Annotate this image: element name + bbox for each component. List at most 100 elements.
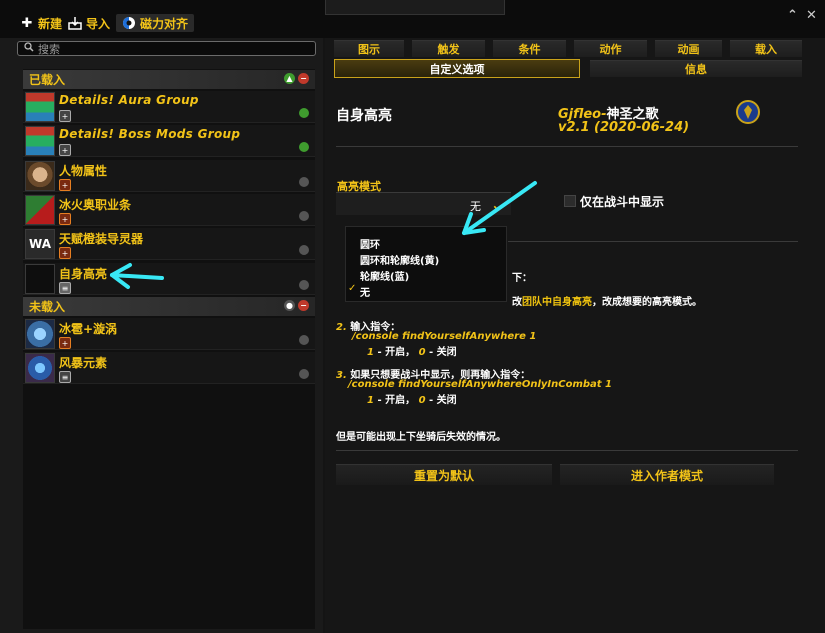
list-item[interactable]: Details! Boss Mods Group + xyxy=(23,125,315,157)
collapse-section-icon[interactable]: − xyxy=(298,73,309,84)
combat-only-checkbox[interactable] xyxy=(564,195,576,207)
list-item[interactable]: WA 天赋橙装导灵器 + xyxy=(23,228,315,260)
aura-name: Details! Aura Group xyxy=(59,93,199,107)
menu-item-selected[interactable]: 无 xyxy=(360,284,370,299)
group-expand-icon[interactable]: + xyxy=(59,110,71,122)
menu-item[interactable]: 圆环 xyxy=(360,236,380,251)
loaded-status-icon[interactable] xyxy=(299,211,309,221)
tab-label: 自定义选项 xyxy=(429,62,485,76)
aura-name: 天赋橙装导灵器 xyxy=(59,232,144,246)
aura-icon xyxy=(25,195,55,225)
loaded-status-icon[interactable] xyxy=(299,142,309,152)
value-on: 1 xyxy=(367,347,374,358)
divider xyxy=(508,241,798,242)
tab-label: 载入 xyxy=(755,43,777,56)
list-item[interactable]: 冰火奥职业条 + xyxy=(23,194,315,226)
checkmark-icon: ✓ xyxy=(348,283,357,294)
note-text: - 开启， xyxy=(377,395,416,406)
aura-name: 冰雹+漩涡 xyxy=(59,322,118,336)
menu-item[interactable]: 圆环和轮廓线(黄) xyxy=(360,252,439,267)
show-all-icon[interactable]: ● xyxy=(284,300,295,311)
aura-name: 自身高亮 xyxy=(59,267,108,281)
menu-item[interactable]: 轮廓线(蓝) xyxy=(360,268,409,283)
list-item[interactable]: 冰雹+漩涡 + xyxy=(23,318,315,350)
group-expand-icon[interactable]: + xyxy=(59,179,71,191)
tab-trigger[interactable]: 触发 xyxy=(412,40,485,57)
collapse-section-icon[interactable]: − xyxy=(298,300,309,311)
value-off: 0 xyxy=(418,395,426,406)
loaded-status-icon[interactable] xyxy=(299,280,309,290)
loaded-status-icon[interactable] xyxy=(299,108,309,118)
aura-name: 冰火奥职业条 xyxy=(59,198,132,212)
aura-icon xyxy=(25,92,55,122)
aura-title: 自身高亮 xyxy=(336,108,392,124)
show-all-icon[interactable]: ▲ xyxy=(284,73,295,84)
step-number: 3. xyxy=(336,370,347,381)
import-label: 导入 xyxy=(86,16,111,31)
snap-label: 磁力对齐 xyxy=(140,16,189,31)
button-label: 进入作者模式 xyxy=(630,468,703,483)
text-highlight: 团队中自身高亮 xyxy=(522,297,592,308)
tab-display[interactable]: 图示 xyxy=(334,40,404,57)
console-command: /console findYourselfAnywhereOnlyInComba… xyxy=(348,379,613,390)
list-item[interactable]: 人物属性 + xyxy=(23,160,315,192)
import-icon xyxy=(68,16,82,30)
search-input[interactable]: 搜索 xyxy=(17,41,316,56)
collapse-icon[interactable]: ⌃ xyxy=(787,8,798,23)
divider xyxy=(336,146,798,147)
chevron-down-icon[interactable]: ⌄ xyxy=(491,195,504,214)
snap-toggle-button[interactable]: 磁力对齐 xyxy=(116,14,195,32)
text-part: 改 xyxy=(512,297,522,308)
close-icon[interactable]: ✕ xyxy=(806,8,817,23)
section-unloaded-label: 未载入 xyxy=(29,300,66,314)
aura-name: 人物属性 xyxy=(59,164,108,178)
note-text: - 开启， xyxy=(377,347,416,358)
magnet-icon xyxy=(122,16,136,30)
instruction-step1-text: 改团队中自身高亮，改成想要的高亮模式。 xyxy=(512,293,702,308)
section-unloaded-header[interactable]: 未载入 ● − xyxy=(23,297,315,316)
list-item-selected[interactable]: 自身高亮 ≡ xyxy=(23,263,315,295)
group-expand-icon[interactable]: + xyxy=(59,144,71,156)
plus-icon: ✚ xyxy=(21,15,33,31)
text-part: ，改成想要的高亮模式。 xyxy=(592,297,702,308)
group-expand-icon[interactable]: ≡ xyxy=(59,282,71,294)
new-button[interactable]: ✚ 新建 xyxy=(20,14,62,32)
step3-note: 1 - 开启， 0 - 关闭 xyxy=(367,391,457,406)
section-loaded-label: 已载入 xyxy=(29,73,66,87)
author-mode-button[interactable]: 进入作者模式 xyxy=(560,464,774,485)
highlight-mode-dropdown[interactable]: 无 ⌄ xyxy=(336,192,511,215)
loaded-status-icon[interactable] xyxy=(299,335,309,345)
tab-label: 动作 xyxy=(599,43,622,56)
loaded-status-icon[interactable] xyxy=(299,177,309,187)
tab-label: 动画 xyxy=(677,43,700,56)
tab-custom-options[interactable]: 自定义选项 xyxy=(334,59,580,78)
highlight-mode-menu: 圆环 圆环和轮廓线(黄) 轮廓线(蓝) ✓ 无 xyxy=(345,226,507,302)
divider xyxy=(336,450,798,451)
button-label: 重置为默认 xyxy=(413,468,474,483)
reset-default-button[interactable]: 重置为默认 xyxy=(336,464,552,485)
group-expand-icon[interactable]: ≡ xyxy=(59,371,71,383)
value-off: 0 xyxy=(418,347,426,358)
group-expand-icon[interactable]: + xyxy=(59,247,71,259)
import-button[interactable]: 导入 xyxy=(68,14,110,32)
tab-actions[interactable]: 动作 xyxy=(574,40,647,57)
top-frame-tab xyxy=(325,0,505,15)
loaded-status-icon[interactable] xyxy=(299,245,309,255)
dropdown-selected-value: 无 xyxy=(470,200,481,213)
list-item[interactable]: 风暴元素 ≡ xyxy=(23,352,315,384)
tab-information[interactable]: 信息 xyxy=(590,60,802,77)
group-expand-icon[interactable]: + xyxy=(59,213,71,225)
instruction-step1-tail: 下： xyxy=(512,273,532,284)
tab-conditions[interactable]: 条件 xyxy=(493,40,566,57)
weakauras-logo-icon: WA xyxy=(25,229,55,259)
tab-animations[interactable]: 动画 xyxy=(655,40,722,57)
list-item[interactable]: Details! Aura Group + xyxy=(23,91,315,123)
section-loaded-header[interactable]: 已载入 ▲ − xyxy=(23,70,315,89)
note-text: - 关闭 xyxy=(429,347,457,358)
storm-elemental-icon xyxy=(25,353,55,383)
loaded-status-icon[interactable] xyxy=(299,369,309,379)
tab-label: 条件 xyxy=(518,43,541,56)
step2-note: 1 - 开启， 0 - 关闭 xyxy=(367,343,457,358)
tab-load[interactable]: 载入 xyxy=(730,40,802,57)
group-expand-icon[interactable]: + xyxy=(59,337,71,349)
